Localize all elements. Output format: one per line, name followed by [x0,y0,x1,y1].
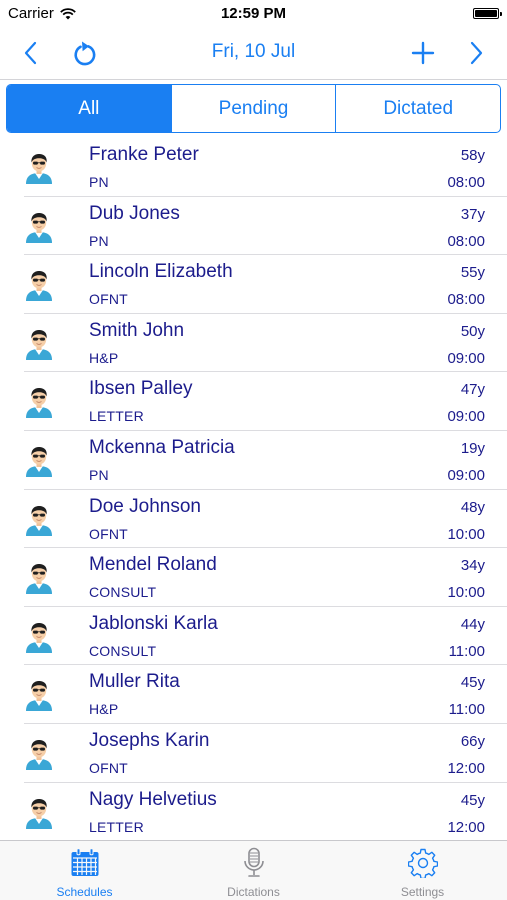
patient-avatar-icon [24,445,54,477]
patient-name: Mckenna Patricia [89,436,235,458]
patient-name: Muller Rita [89,671,180,693]
patient-row[interactable]: Muller Rita H&P 45y 11:00 [0,665,507,724]
patient-avatar-icon [24,328,54,360]
patient-name: Nagy Helvetius [89,788,217,810]
segment-dictated[interactable]: Dictated [335,85,500,132]
patient-row[interactable]: Dub Jones PN 37y 08:00 [0,197,507,256]
schedules-screen: Carrier 12:59 PM Fri, 10 Jul All Pending… [0,0,507,900]
appointment-time: 12:00 [447,759,485,777]
chevron-right-icon [470,41,483,65]
patient-age: 48y [460,498,485,516]
patient-name: Doe Johnson [89,495,201,517]
patient-row[interactable]: Ibsen Palley LETTER 47y 09:00 [0,372,507,431]
segment-all[interactable]: All [7,85,171,132]
patient-avatar-icon [24,269,54,302]
add-button[interactable] [406,36,440,70]
patient-row[interactable]: Jablonski Karla CONSULT 44y 11:00 [0,607,507,666]
appointment-time: 10:00 [447,525,485,543]
patient-age: 55y [460,264,485,282]
patient-name: Dub Jones [89,202,180,224]
patient-row[interactable]: Lincoln Elizabeth OFNT 55y 08:00 [0,255,507,314]
patient-age: 19y [460,439,485,457]
patient-row[interactable]: Doe Johnson OFNT 48y 10:00 [0,490,507,549]
nav-divider [0,79,507,80]
calendar-icon [68,847,102,879]
battery-icon [473,8,502,19]
patient-avatar-icon [24,152,54,184]
patient-list: Franke Peter PN 58y 08:00 Dub Jones PN 3… [0,138,507,840]
gear-icon [406,847,440,879]
patient-avatar-icon [24,386,54,419]
patient-age: 58y [460,147,485,164]
patient-row[interactable]: Josephs Karin OFNT 66y 12:00 [0,724,507,783]
patient-age: 45y [460,674,485,692]
patient-name: Franke Peter [89,144,199,165]
patient-age: 44y [460,615,485,633]
tab-schedules[interactable]: Schedules [0,841,169,900]
tab-dictations[interactable]: Dictations [169,841,338,900]
document-type: OFNT [89,291,128,308]
patient-avatar-icon [24,562,54,595]
document-type: OFNT [89,525,128,542]
plus-icon [411,41,435,65]
appointment-time: 11:00 [448,642,485,660]
patient-avatar-icon [24,504,54,536]
document-type: CONSULT [89,584,157,601]
microphone-icon [237,847,271,879]
navigation-bar: Fri, 10 Jul [0,30,507,76]
filter-segmented-control: All Pending Dictated [6,84,501,133]
appointment-time: 09:00 [447,466,485,484]
status-time: 12:59 PM [220,5,287,22]
document-type: PN [89,466,109,483]
patient-age: 47y [460,381,485,399]
tab-settings-label: Settings [400,885,445,899]
appointment-time: 09:00 [447,408,485,426]
patient-avatar-icon [24,621,54,653]
document-type: H&P [89,701,119,718]
appointment-time: 08:00 [447,232,485,250]
patient-avatar-icon [24,211,54,243]
tab-settings[interactable]: Settings [338,841,507,900]
patient-age: 45y [460,791,485,809]
appointment-time: 08:00 [447,291,485,309]
patient-avatar-icon [24,679,54,712]
patient-age: 66y [460,732,485,750]
document-type: PN [89,232,109,249]
patient-row[interactable]: Mckenna Patricia PN 19y 09:00 [0,431,507,490]
tab-bar: Schedules Dictations Settings [0,840,507,900]
patient-name: Ibsen Palley [89,378,193,400]
tab-dictations-label: Dictations [227,885,280,899]
appointment-time: 08:00 [447,174,485,191]
patient-name: Josephs Karin [89,729,210,751]
document-type: PN [89,174,109,190]
patient-name: Mendel Roland [89,554,217,576]
next-day-button[interactable] [459,36,493,70]
document-type: CONSULT [89,642,157,659]
status-bar: Carrier 12:59 PM [0,0,507,28]
patient-avatar-icon [24,738,54,770]
document-type: H&P [89,349,119,366]
tab-schedules-label: Schedules [56,885,113,899]
segment-pending[interactable]: Pending [170,85,336,132]
patient-name: Lincoln Elizabeth [89,261,233,283]
patient-age: 37y [460,205,485,223]
appointment-time: 12:00 [447,818,485,836]
patient-age: 34y [460,557,485,575]
patient-row[interactable]: Smith John H&P 50y 09:00 [0,314,507,373]
patient-row[interactable]: Mendel Roland CONSULT 34y 10:00 [0,548,507,607]
appointment-time: 09:00 [447,349,485,367]
appointment-time: 10:00 [447,584,485,602]
document-type: LETTER [89,408,144,425]
document-type: LETTER [89,818,144,835]
patient-age: 50y [460,322,485,340]
document-type: OFNT [89,759,128,776]
patient-row[interactable]: Franke Peter PN 58y 08:00 [0,138,507,197]
patient-name: Jablonski Karla [89,612,218,634]
patient-avatar-icon [24,797,54,829]
patient-row[interactable]: Nagy Helvetius LETTER 45y 12:00 [0,783,507,840]
appointment-time: 11:00 [448,701,485,719]
patient-name: Smith John [89,319,185,341]
